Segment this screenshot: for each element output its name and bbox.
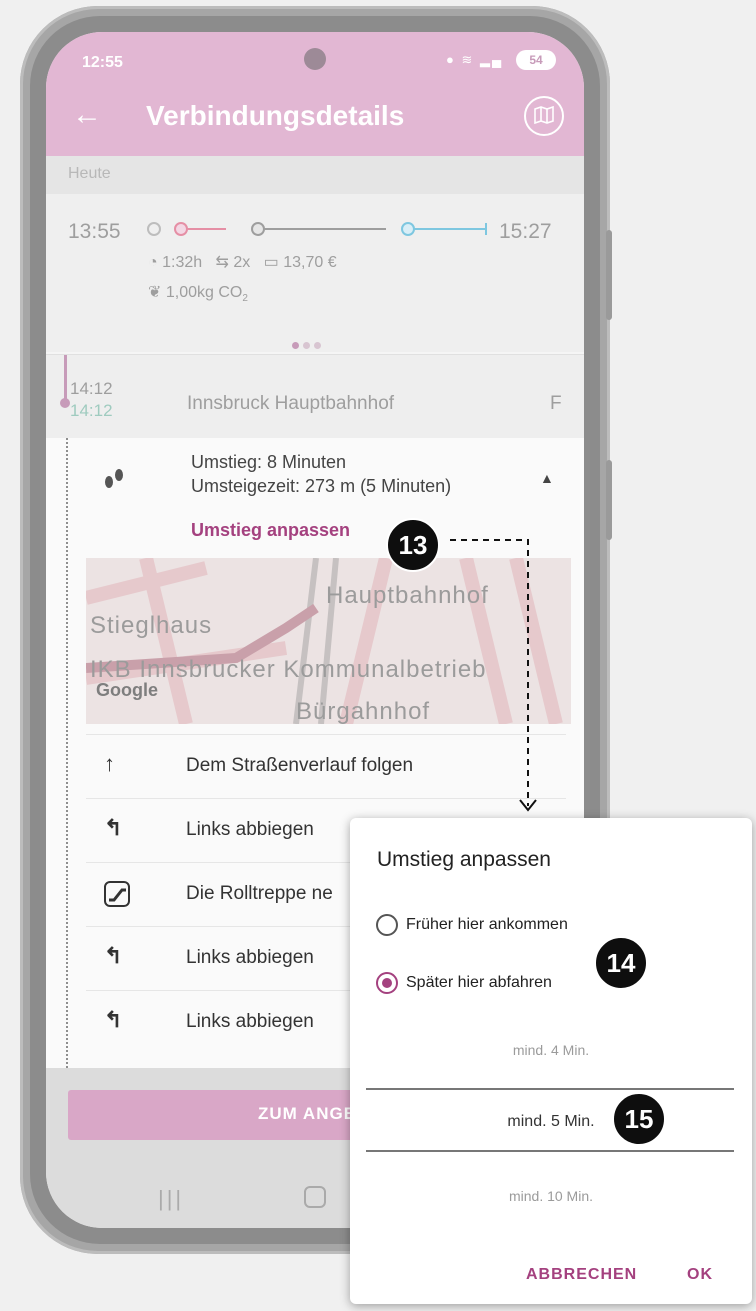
callout-badge-13: 13 bbox=[386, 518, 440, 572]
page-dot bbox=[292, 342, 299, 349]
duration: 1:32h bbox=[162, 254, 203, 271]
map-icon bbox=[534, 106, 554, 124]
price: 13,70 € bbox=[283, 254, 337, 271]
clock-icon: ◔ bbox=[148, 254, 158, 271]
train-leg-2 bbox=[401, 222, 487, 236]
station-row[interactable]: 14:12 14:12 Innsbruck Hauptbahnhof F bbox=[46, 354, 584, 439]
trip-meta: ◔ 1:32h ⇆ 2x ▭ 13,70 € bbox=[148, 252, 337, 272]
collapse-triangle-icon[interactable]: ▲ bbox=[540, 470, 554, 486]
wifi-icon: ≋ bbox=[461, 52, 475, 67]
location-icon: ● bbox=[446, 52, 456, 67]
actual-time: 14:12 bbox=[70, 401, 113, 420]
turn-left-icon: ↰ bbox=[104, 815, 123, 840]
earlier-radio[interactable] bbox=[376, 914, 398, 936]
signal-icon: ▂▄ bbox=[480, 52, 504, 67]
power-button bbox=[606, 460, 612, 540]
arrival-time: 15:27 bbox=[499, 220, 552, 243]
transfer-icon: ⇆ bbox=[215, 254, 229, 271]
platform-label: F bbox=[550, 393, 562, 414]
map-label-bhf: Bürgahnhof bbox=[296, 698, 431, 724]
walk-icon bbox=[147, 222, 161, 236]
callout-badge-15: 15 bbox=[612, 1092, 666, 1146]
planned-time: 14:12 bbox=[70, 379, 113, 398]
arrow-up-icon: ↑ bbox=[104, 751, 115, 776]
later-radio[interactable] bbox=[376, 972, 398, 994]
date-bar: Heute bbox=[46, 156, 584, 194]
status-time: 12:55 bbox=[82, 54, 123, 71]
picker-divider-top bbox=[366, 1088, 734, 1090]
co2-value: 1,00kg CO bbox=[165, 284, 243, 301]
turn-left-icon: ↰ bbox=[104, 943, 123, 968]
ok-button[interactable]: OK bbox=[687, 1266, 713, 1284]
battery-indicator: 54 bbox=[516, 50, 556, 70]
date-label: Heute bbox=[68, 165, 111, 182]
page-title: Verbindungsdetails bbox=[146, 100, 405, 131]
footprints-icon bbox=[105, 469, 123, 488]
transfer-distance: Umsteigezeit: 273 m (5 Minuten) bbox=[191, 476, 452, 496]
picker-divider-bottom bbox=[366, 1150, 734, 1152]
map-button[interactable] bbox=[524, 96, 564, 136]
departure-time: 13:55 bbox=[68, 220, 121, 243]
recent-apps-icon[interactable]: ||| bbox=[158, 1186, 184, 1212]
transfer-duration: Umstieg: 8 Minuten bbox=[191, 452, 347, 472]
step-text: Links abbiegen bbox=[186, 819, 314, 840]
transfer-count: 2x bbox=[233, 254, 251, 271]
volume-button bbox=[606, 230, 612, 320]
earlier-option-label[interactable]: Früher hier ankommen bbox=[406, 916, 568, 934]
dialog-title: Umstieg anpassen bbox=[377, 848, 551, 871]
leaf-icon: ❦ bbox=[148, 284, 162, 301]
later-option-label[interactable]: Später hier abfahren bbox=[406, 974, 552, 992]
front-camera bbox=[304, 48, 326, 70]
step-text: Links abbiegen bbox=[186, 947, 314, 968]
journey-legs bbox=[147, 222, 487, 236]
page-dot bbox=[303, 342, 310, 349]
co2-subscript: 2 bbox=[242, 293, 248, 305]
station-name: Innsbruck Hauptbahnhof bbox=[187, 393, 395, 414]
picker-option[interactable]: mind. 10 Min. bbox=[350, 1188, 752, 1204]
step-text: Links abbiegen bbox=[186, 1011, 314, 1032]
app-header: 12:55 ● ≋ ▂▄ 54 ← Verbindungsdetails bbox=[46, 32, 584, 156]
google-attribution: Google bbox=[96, 680, 158, 700]
status-icons: ● ≋ ▂▄ bbox=[446, 52, 503, 68]
callout-connector bbox=[450, 539, 537, 812]
home-icon[interactable] bbox=[304, 1186, 326, 1208]
step-text: Dem Straßenverlauf folgen bbox=[186, 755, 414, 776]
bus-leg bbox=[251, 222, 386, 236]
callout-badge-14: 14 bbox=[594, 936, 648, 990]
walking-route-line bbox=[66, 438, 68, 1068]
adjust-transfer-link[interactable]: Umstieg anpassen bbox=[191, 520, 350, 541]
co2-emission: ❦ 1,00kg CO2 bbox=[148, 282, 248, 304]
escalator-icon bbox=[104, 881, 130, 907]
train-leg-1 bbox=[174, 222, 226, 236]
picker-option[interactable]: mind. 4 Min. bbox=[350, 1042, 752, 1058]
route-line bbox=[64, 355, 67, 401]
step-text: Die Rolltreppe ne bbox=[186, 883, 333, 904]
page-dot bbox=[314, 342, 321, 349]
map-label-stieglhaus: Stieglhaus bbox=[90, 612, 213, 639]
back-arrow-icon[interactable]: ← bbox=[72, 98, 102, 132]
page-indicator bbox=[292, 336, 325, 354]
ticket-icon: ▭ bbox=[263, 254, 279, 271]
connection-summary[interactable]: 13:55 15:27 ◔ 1:32h ⇆ 2x ▭ 13,70 € ❦ 1,0… bbox=[46, 194, 584, 352]
offer-button-label: ZUM ANGE bbox=[258, 1104, 357, 1123]
adjust-transfer-dialog: Umstieg anpassen Früher hier ankommen Sp… bbox=[350, 818, 752, 1304]
picker-selected-option[interactable]: mind. 5 Min. bbox=[350, 1113, 752, 1131]
station-marker bbox=[60, 398, 70, 408]
cancel-button[interactable]: ABBRECHEN bbox=[526, 1266, 637, 1284]
turn-left-icon: ↰ bbox=[104, 1007, 123, 1032]
